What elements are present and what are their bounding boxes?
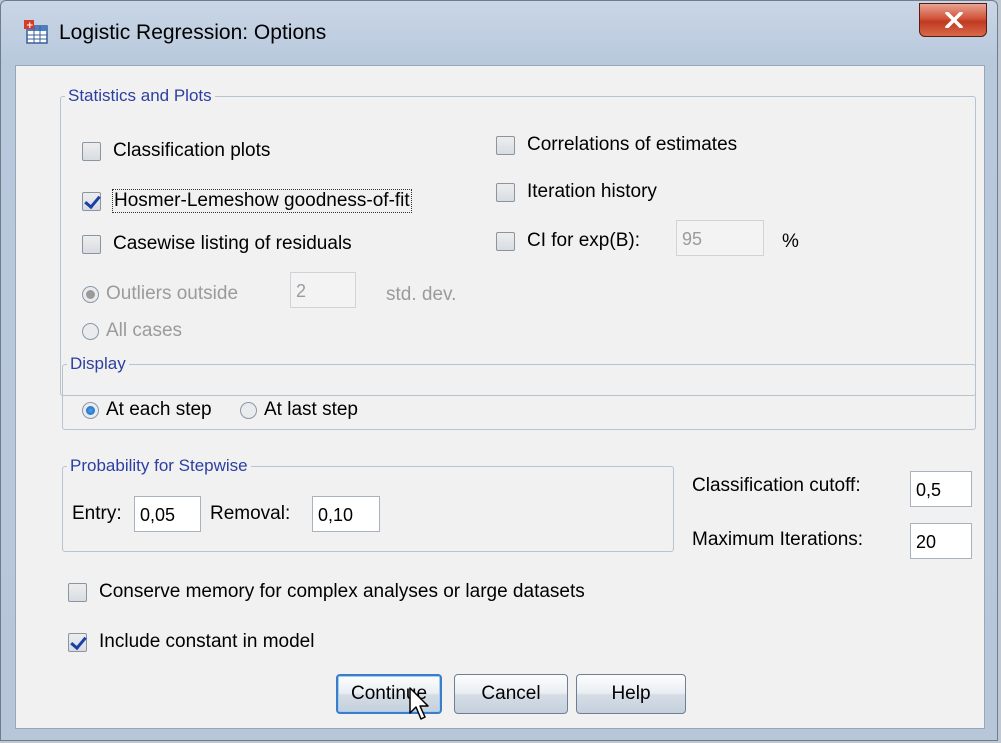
percent-label: % [782, 231, 799, 252]
all-cases-label: All cases [106, 320, 183, 341]
spss-table-icon: + [24, 20, 48, 44]
checkbox-box[interactable] [82, 141, 101, 161]
include-constant-checkbox[interactable]: Include constant in model [68, 631, 314, 653]
entry-input[interactable]: 0,05 [134, 496, 201, 532]
hosmer-lemeshow-checkbox[interactable]: Hosmer-Lemeshow goodness-of-fit [82, 189, 412, 213]
entry-label: Entry: [72, 503, 122, 524]
at-each-step-radio[interactable]: At each step [82, 399, 212, 421]
at-last-step-label: At last step [264, 399, 358, 420]
outliers-outside-radio[interactable]: Outliers outside [82, 283, 238, 305]
window-title: Logistic Regression: Options [59, 21, 327, 44]
statistics-plots-label: Statistics and Plots [65, 86, 215, 106]
radio-button-selected[interactable] [82, 285, 99, 303]
title-bar[interactable]: + Logistic Regression: Options [1, 1, 997, 67]
conserve-memory-label: Conserve memory for complex analyses or … [99, 581, 585, 602]
conserve-memory-checkbox[interactable]: Conserve memory for complex analyses or … [68, 581, 585, 603]
radio-button[interactable] [240, 401, 257, 419]
hosmer-lemeshow-label: Hosmer-Lemeshow goodness-of-fit [112, 189, 412, 213]
all-cases-radio[interactable]: All cases [82, 320, 182, 342]
ci-expb-checkbox[interactable]: CI for exp(B): [496, 230, 640, 252]
maximum-iterations-label: Maximum Iterations: [692, 529, 864, 550]
radio-button[interactable] [82, 322, 99, 340]
close-button[interactable] [919, 3, 987, 37]
correlations-estimates-checkbox[interactable]: Correlations of estimates [496, 134, 737, 156]
std-dev-label: std. dev. [386, 284, 457, 305]
outliers-outside-label: Outliers outside [106, 283, 239, 304]
checkbox-box[interactable] [82, 234, 101, 254]
outliers-sd-input[interactable]: 2 [290, 272, 356, 308]
iteration-history-label: Iteration history [527, 181, 657, 202]
stepwise-label: Probability for Stepwise [67, 456, 251, 476]
casewise-listing-checkbox[interactable]: Casewise listing of residuals [82, 233, 352, 255]
checkbox-box-checked[interactable] [68, 632, 87, 652]
checkbox-box[interactable] [68, 582, 87, 602]
checkbox-box-checked[interactable] [82, 191, 101, 211]
close-icon [945, 12, 963, 28]
dialog-window: + Logistic Regression: Options Statistic… [0, 0, 998, 741]
checkbox-box[interactable] [496, 135, 515, 155]
ci-level-input[interactable]: 95 [676, 220, 764, 256]
display-label: Display [67, 354, 129, 374]
at-each-step-label: At each step [106, 399, 212, 420]
ci-expb-label: CI for exp(B): [527, 230, 640, 251]
classification-cutoff-label: Classification cutoff: [692, 475, 861, 496]
correlations-estimates-label: Correlations of estimates [527, 134, 738, 155]
help-button[interactable]: Help [576, 674, 686, 714]
classification-plots-checkbox[interactable]: Classification plots [82, 140, 270, 162]
svg-text:+: + [26, 21, 34, 31]
radio-button-selected[interactable] [82, 401, 99, 419]
iteration-history-checkbox[interactable]: Iteration history [496, 181, 657, 203]
maximum-iterations-input[interactable]: 20 [910, 523, 972, 559]
at-last-step-radio[interactable]: At last step [240, 399, 358, 421]
checkbox-box[interactable] [496, 231, 515, 251]
include-constant-label: Include constant in model [99, 631, 315, 652]
checkbox-box[interactable] [496, 182, 515, 202]
removal-input[interactable]: 0,10 [312, 496, 380, 532]
classification-cutoff-input[interactable]: 0,5 [910, 471, 972, 507]
casewise-listing-label: Casewise listing of residuals [113, 233, 352, 254]
removal-label: Removal: [210, 503, 291, 524]
dialog-content: Statistics and Plots Classification plot… [15, 65, 985, 729]
cancel-button[interactable]: Cancel [454, 674, 568, 714]
classification-plots-label: Classification plots [113, 140, 271, 161]
mouse-pointer-icon [409, 687, 429, 720]
